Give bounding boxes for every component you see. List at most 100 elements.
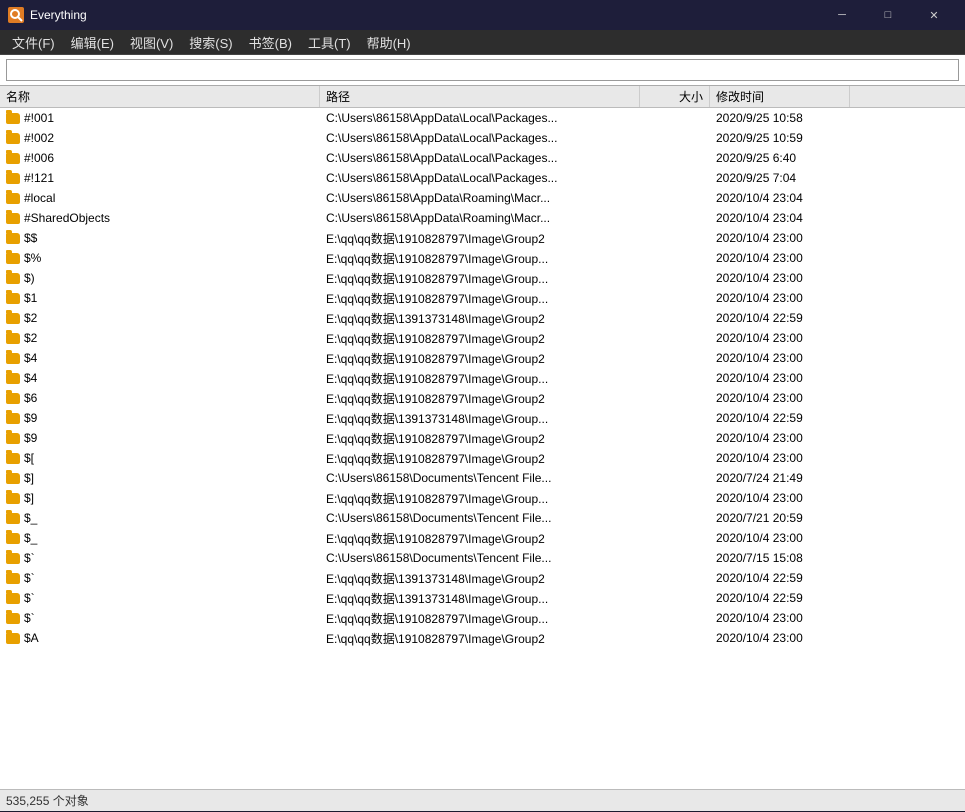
file-name: $_ (24, 531, 37, 545)
cell-path: E:\qq\qq数据\1910828797\Image\Group... (320, 269, 640, 288)
file-name: $2 (24, 311, 37, 325)
cell-modified: 2020/10/4 22:59 (710, 590, 850, 606)
table-row[interactable]: #!002C:\Users\86158\AppData\Local\Packag… (0, 128, 965, 148)
table-row[interactable]: $%E:\qq\qq数据\1910828797\Image\Group...20… (0, 248, 965, 268)
table-row[interactable]: $$E:\qq\qq数据\1910828797\Image\Group22020… (0, 228, 965, 248)
cell-size (640, 537, 710, 539)
table-row[interactable]: $AE:\qq\qq数据\1910828797\Image\Group22020… (0, 628, 965, 648)
folder-icon (6, 533, 20, 544)
cell-size (640, 617, 710, 619)
folder-icon (6, 153, 20, 164)
cell-size (640, 277, 710, 279)
menu-item-h[interactable]: 帮助(H) (359, 30, 419, 55)
cell-name: $) (0, 270, 320, 286)
table-row[interactable]: $`E:\qq\qq数据\1910828797\Image\Group...20… (0, 608, 965, 628)
close-button[interactable]: ✕ (911, 0, 957, 30)
file-name: $6 (24, 391, 37, 405)
file-name: $` (24, 611, 35, 625)
table-row[interactable]: $9E:\qq\qq数据\1910828797\Image\Group22020… (0, 428, 965, 448)
cell-size (640, 197, 710, 199)
col-header-modified[interactable]: 修改时间 (710, 86, 850, 107)
menu-item-b[interactable]: 书签(B) (241, 30, 300, 55)
menu-item-f[interactable]: 文件(F) (4, 30, 63, 55)
table-row[interactable]: $)E:\qq\qq数据\1910828797\Image\Group...20… (0, 268, 965, 288)
cell-path: E:\qq\qq数据\1910828797\Image\Group2 (320, 629, 640, 648)
table-row[interactable]: $4E:\qq\qq数据\1910828797\Image\Group...20… (0, 368, 965, 388)
file-list[interactable]: #!001C:\Users\86158\AppData\Local\Packag… (0, 108, 965, 789)
file-name: $1 (24, 291, 37, 305)
window-controls: ─ □ ✕ (819, 0, 957, 30)
table-row[interactable]: #localC:\Users\86158\AppData\Roaming\Mac… (0, 188, 965, 208)
cell-size (640, 357, 710, 359)
cell-size (640, 337, 710, 339)
cell-path: E:\qq\qq数据\1391373148\Image\Group... (320, 409, 640, 428)
table-row[interactable]: $2E:\qq\qq数据\1910828797\Image\Group22020… (0, 328, 965, 348)
cell-modified: 2020/10/4 23:00 (710, 610, 850, 626)
cell-size (640, 217, 710, 219)
table-row[interactable]: #!001C:\Users\86158\AppData\Local\Packag… (0, 108, 965, 128)
table-row[interactable]: $9E:\qq\qq数据\1391373148\Image\Group...20… (0, 408, 965, 428)
cell-size (640, 397, 710, 399)
cell-modified: 2020/10/4 23:00 (710, 390, 850, 406)
folder-icon (6, 613, 20, 624)
table-row[interactable]: $2 E:\qq\qq数据\1391373148\Image\Group2 2020… (0, 308, 965, 328)
file-name: $) (24, 271, 35, 285)
cell-path: E:\qq\qq数据\1910828797\Image\Group2 (320, 529, 640, 548)
cell-name: $9 (0, 430, 320, 446)
window-title: Everything (30, 8, 819, 22)
folder-icon (6, 413, 20, 424)
menu-item-v[interactable]: 视图(V) (122, 30, 181, 55)
cell-modified: 2020/10/4 23:00 (710, 450, 850, 466)
table-row[interactable]: $[E:\qq\qq数据\1910828797\Image\Group22020… (0, 448, 965, 468)
cell-path: C:\Users\86158\AppData\Roaming\Macr... (320, 210, 640, 226)
minimize-button[interactable]: ─ (819, 0, 865, 30)
cell-path: C:\Users\86158\AppData\Local\Packages... (320, 150, 640, 166)
file-name: $9 (24, 411, 37, 425)
file-name: $_ (24, 511, 37, 525)
folder-icon (6, 193, 20, 204)
cell-name: $` (0, 570, 320, 586)
table-row[interactable]: $`E:\qq\qq数据\1391373148\Image\Group...20… (0, 588, 965, 608)
table-row[interactable]: $_C:\Users\86158\Documents\Tencent File.… (0, 508, 965, 528)
table-row[interactable]: $`C:\Users\86158\Documents\Tencent File.… (0, 548, 965, 568)
table-row[interactable]: $`E:\qq\qq数据\1391373148\Image\Group22020… (0, 568, 965, 588)
cell-size (640, 117, 710, 119)
cell-modified: 2020/9/25 6:40 (710, 150, 850, 166)
cell-path: C:\Users\86158\AppData\Local\Packages... (320, 170, 640, 186)
table-row[interactable]: $6 E:\qq\qq数据\1910828797\Image\Group2 2020… (0, 388, 965, 408)
col-header-path[interactable]: 路径 (320, 86, 640, 107)
cell-size (640, 257, 710, 259)
folder-icon (6, 233, 20, 244)
cell-name: $4 (0, 370, 320, 386)
menu-item-t[interactable]: 工具(T) (300, 30, 359, 55)
table-row[interactable]: $]C:\Users\86158\Documents\Tencent File.… (0, 468, 965, 488)
table-row[interactable]: $1E:\qq\qq数据\1910828797\Image\Group...20… (0, 288, 965, 308)
cell-path: E:\qq\qq数据\1391373148\Image\Group2 (320, 309, 640, 328)
table-row[interactable]: $_E:\qq\qq数据\1910828797\Image\Group22020… (0, 528, 965, 548)
cell-name: $1 (0, 290, 320, 306)
folder-icon (6, 393, 20, 404)
menu-item-s[interactable]: 搜索(S) (181, 30, 240, 55)
table-row[interactable]: #!006C:\Users\86158\AppData\Local\Packag… (0, 148, 965, 168)
file-name: $4 (24, 371, 37, 385)
col-header-size[interactable]: 大小 (640, 86, 710, 107)
search-input[interactable] (6, 59, 959, 81)
table-row[interactable]: #!121C:\Users\86158\AppData\Local\Packag… (0, 168, 965, 188)
cell-modified: 2020/10/4 23:00 (710, 290, 850, 306)
menu-item-e[interactable]: 编辑(E) (63, 30, 122, 55)
cell-modified: 2020/10/4 22:59 (710, 310, 850, 326)
col-header-name[interactable]: 名称 (0, 86, 320, 107)
maximize-button[interactable]: □ (865, 0, 911, 30)
cell-modified: 2020/10/4 23:00 (710, 230, 850, 246)
cell-modified: 2020/10/4 23:00 (710, 330, 850, 346)
table-row[interactable]: $]E:\qq\qq数据\1910828797\Image\Group...20… (0, 488, 965, 508)
table-row[interactable]: $4E:\qq\qq数据\1910828797\Image\Group22020… (0, 348, 965, 368)
folder-icon (6, 273, 20, 284)
file-name: $` (24, 551, 35, 565)
file-name: $` (24, 571, 35, 585)
file-name: $% (24, 251, 41, 265)
folder-icon (6, 353, 20, 364)
cell-path: E:\qq\qq数据\1910828797\Image\Group2 (320, 389, 640, 408)
file-name: $4 (24, 351, 37, 365)
table-row[interactable]: #SharedObjectsC:\Users\86158\AppData\Roa… (0, 208, 965, 228)
